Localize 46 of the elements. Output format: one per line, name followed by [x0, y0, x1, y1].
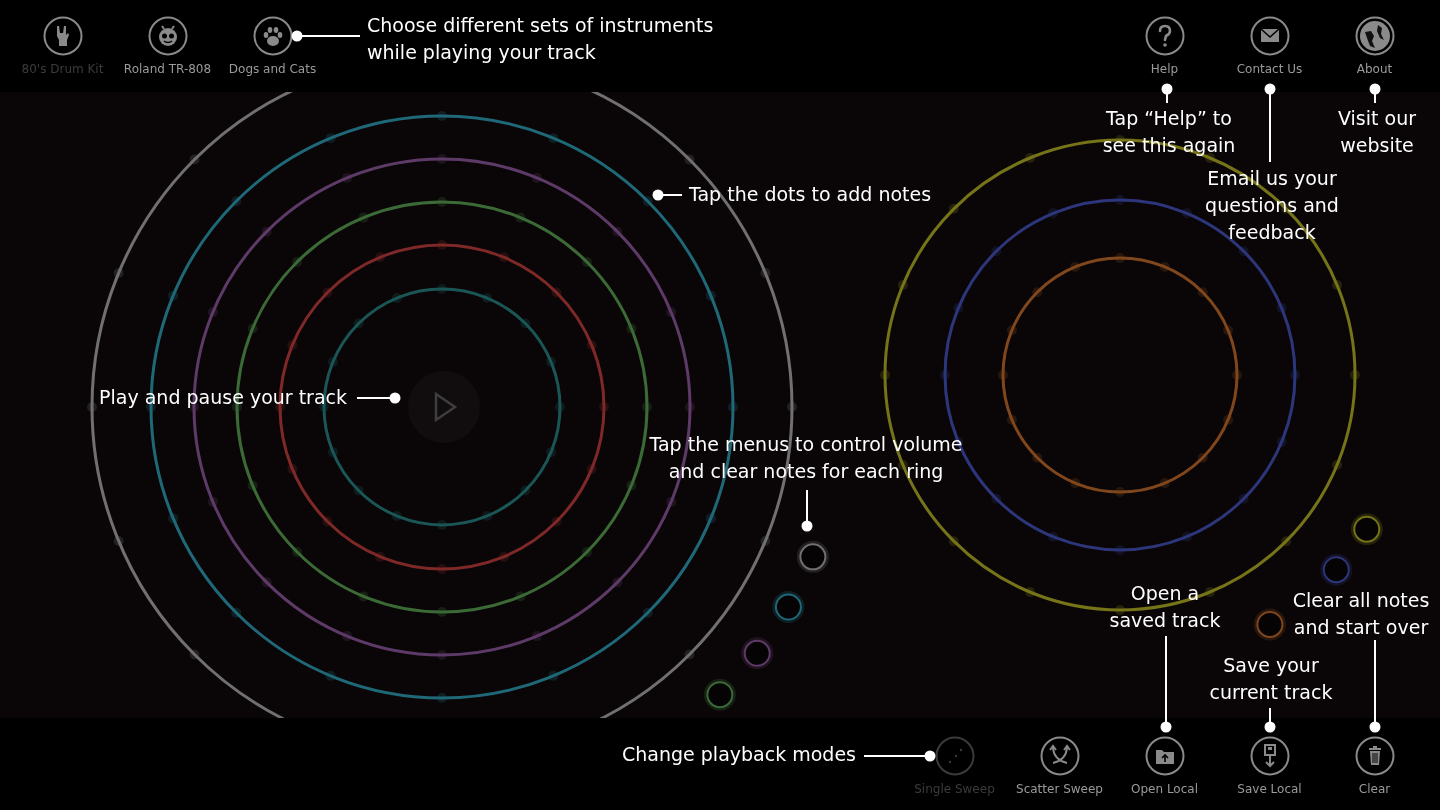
callout-text: Tap the dots to add notes — [689, 182, 932, 207]
leader-line — [1161, 83, 1173, 104]
toolbar-button[interactable]: Clear — [1322, 736, 1427, 796]
toolbar-button[interactable]: Dogs and Cats — [220, 16, 325, 76]
trash-icon — [1354, 736, 1395, 776]
globe-icon — [1354, 16, 1395, 56]
callout-text: Save your current track — [1209, 653, 1333, 705]
callout-text: Clear all notes and start over — [1292, 588, 1430, 640]
robot-icon — [147, 16, 188, 56]
toolbar-button[interactable]: About — [1322, 16, 1427, 76]
play-button[interactable] — [408, 371, 480, 443]
callout-text: Choose different sets of instruments while playing your track — [367, 13, 714, 65]
toolbar-button[interactable]: Roland TR-808 — [115, 16, 220, 76]
toolbar-button[interactable]: Save Local — [1217, 736, 1322, 796]
ring-menu-button[interactable] — [741, 637, 774, 670]
callout-text: Visit our website — [1338, 106, 1416, 158]
envelope-icon — [1249, 16, 1290, 56]
paw-icon — [252, 16, 293, 56]
ring-menu-button[interactable] — [1253, 608, 1286, 641]
leader-line — [652, 189, 683, 201]
floppy-download-icon — [1249, 736, 1290, 776]
ring-menu-button[interactable] — [1320, 553, 1353, 586]
toolbar-button[interactable]: Help — [1112, 16, 1217, 76]
ring-menu-button[interactable] — [796, 540, 829, 573]
callout-text: Play and pause your track — [99, 385, 347, 410]
leader-line — [801, 489, 813, 532]
ring-menu-button[interactable] — [1350, 513, 1383, 546]
leader-line — [1264, 707, 1276, 733]
leader-line — [1369, 83, 1381, 104]
toolbar-button[interactable]: Contact Us — [1217, 16, 1322, 76]
toolbar-button[interactable]: Scatter Sweep — [1007, 736, 1112, 796]
ring-menu-button[interactable] — [772, 591, 805, 623]
callout-text: Change playback modes — [622, 742, 856, 767]
ring-menu-button[interactable] — [703, 678, 736, 711]
callout-text: Tap the menus to control volume and clear notes for each ring — [649, 432, 963, 484]
folder-upload-icon — [1144, 736, 1185, 776]
help-icon — [1144, 16, 1185, 56]
leader-line — [356, 392, 401, 404]
crossed-arrows-icon — [1039, 736, 1080, 776]
dots-icon — [934, 736, 975, 776]
hand-icon — [42, 16, 83, 56]
callout-text: Tap “Help” to see this again — [1102, 106, 1236, 158]
callout-text: Email us your questions and feedback — [1205, 166, 1339, 245]
callout-text: Open a saved track — [1109, 581, 1221, 633]
toolbar-button[interactable]: Open Local — [1112, 736, 1217, 796]
leader-line — [291, 30, 361, 42]
